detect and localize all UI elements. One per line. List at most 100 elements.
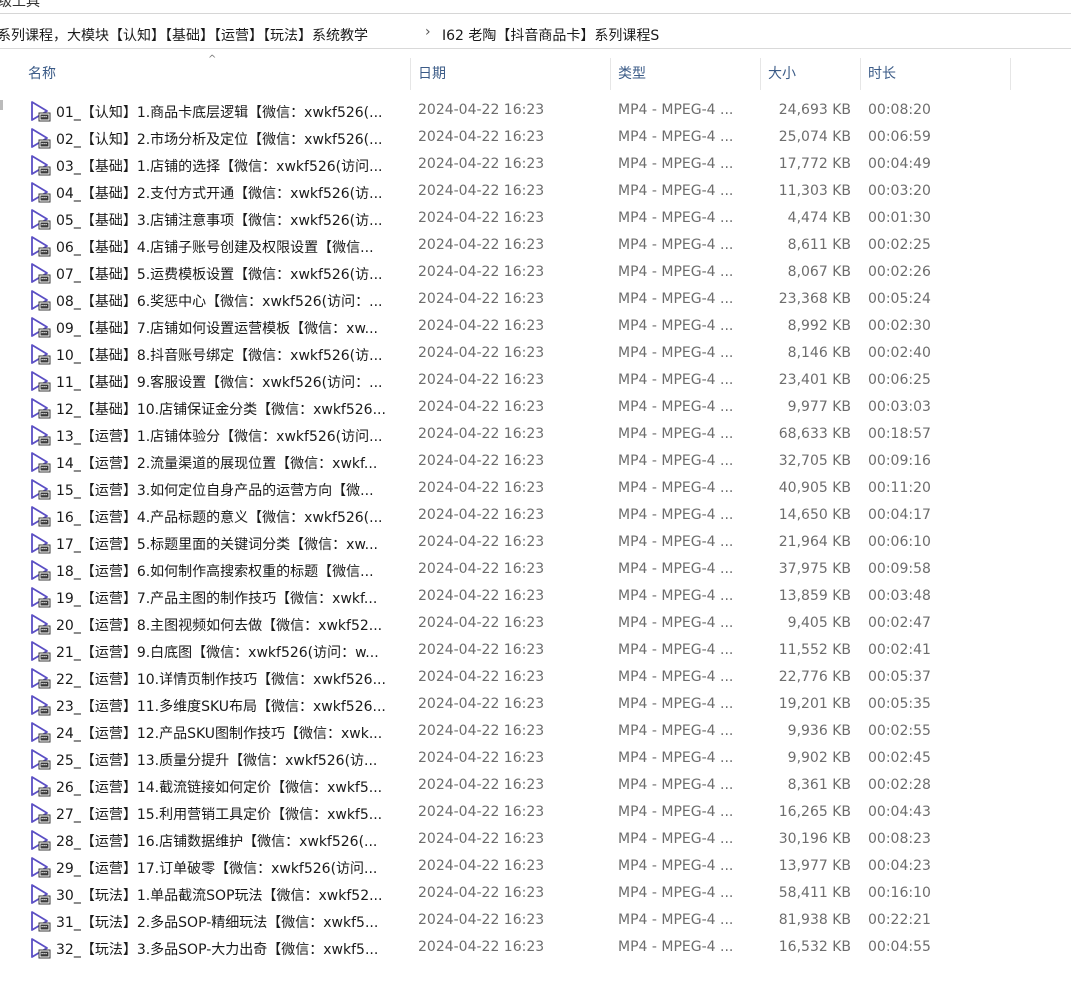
file-date: 2024-04-22 16:23 [418, 129, 545, 145]
file-row[interactable]: 02_【认知】2.市场分析及定位【微信：xwkf526(... 2024-04-2… [0, 125, 1071, 152]
file-row[interactable]: 16_【运营】4.产品标题的意义【微信：xwkf526(... 2024-04-2… [0, 503, 1071, 530]
video-file-icon [29, 694, 51, 716]
file-type: MP4 - MPEG-4 ... [618, 750, 734, 766]
file-type: MP4 - MPEG-4 ... [618, 534, 734, 550]
file-duration: 00:02:25 [868, 237, 931, 253]
video-file-icon [29, 532, 51, 554]
file-duration: 00:01:30 [868, 210, 931, 226]
file-size: 23,368 KB [778, 291, 851, 307]
file-date: 2024-04-22 16:23 [418, 345, 545, 361]
file-type: MP4 - MPEG-4 ... [618, 453, 734, 469]
file-name: 06_【基础】4.店铺子账号创建及权限设置【微信... [56, 240, 374, 256]
file-row[interactable]: 32_【玩法】3.多品SOP-大力出奇【微信：xwkf5... 2024-04-2… [0, 935, 1071, 962]
file-row[interactable]: 21_【运营】9.白底图【微信：xwkf526(访问：w... 2024-04-2… [0, 638, 1071, 665]
file-row[interactable]: 09_【基础】7.店铺如何设置运营模板【微信：xw... 2024-04-22 1… [0, 314, 1071, 341]
file-name: 26_【运营】14.截流链接如何定价【微信：xwkf5... [56, 780, 383, 796]
file-duration: 00:06:59 [868, 129, 931, 145]
breadcrumb-parent[interactable]: 系列课程，大模块【认知】【基础】【运营】【玩法】系统教学 [0, 25, 368, 45]
file-type: MP4 - MPEG-4 ... [618, 939, 734, 955]
window-top-strip: 级工具 [0, 0, 1071, 14]
file-size: 13,977 KB [778, 858, 851, 874]
file-type: MP4 - MPEG-4 ... [618, 183, 734, 199]
file-date: 2024-04-22 16:23 [418, 642, 545, 658]
file-type: MP4 - MPEG-4 ... [618, 723, 734, 739]
file-size: 4,474 KB [787, 210, 851, 226]
file-row[interactable]: 07_【基础】5.运费模板设置【微信：xwkf526(访... 2024-04-2… [0, 260, 1071, 287]
file-size: 13,859 KB [778, 588, 851, 604]
column-divider[interactable] [1010, 58, 1011, 90]
breadcrumb-current[interactable]: I62 老陶【抖音商品卡】系列课程S [442, 25, 659, 45]
file-row[interactable]: 05_【基础】3.店铺注意事项【微信：xwkf526(访... 2024-04-2… [0, 206, 1071, 233]
file-row[interactable]: 30_【玩法】1.单品截流SOP玩法【微信：xwkf52... 2024-04-2… [0, 881, 1071, 908]
video-file-icon [29, 181, 51, 203]
file-type: MP4 - MPEG-4 ... [618, 858, 734, 874]
file-type: MP4 - MPEG-4 ... [618, 102, 734, 118]
file-row[interactable]: 12_【基础】10.店铺保证金分类【微信：xwkf526... 2024-04-2… [0, 395, 1071, 422]
file-size: 16,532 KB [778, 939, 851, 955]
column-header-size[interactable]: 大小 [760, 60, 860, 90]
video-file-icon [29, 289, 51, 311]
file-date: 2024-04-22 16:23 [418, 885, 545, 901]
file-row[interactable]: 03_【基础】1.店铺的选择【微信：xwkf526(访问... 2024-04-2… [0, 152, 1071, 179]
file-row[interactable]: 04_【基础】2.支付方式开通【微信：xwkf526(访... 2024-04-2… [0, 179, 1071, 206]
file-size: 58,411 KB [778, 885, 851, 901]
file-row[interactable]: 01_【认知】1.商品卡底层逻辑【微信：xwkf526(... 2024-04-2… [0, 98, 1071, 125]
file-row[interactable]: 10_【基础】8.抖音账号绑定【微信：xwkf526(访... 2024-04-2… [0, 341, 1071, 368]
chevron-right-icon[interactable]: › [425, 24, 431, 40]
file-row[interactable]: 17_【运营】5.标题里面的关键词分类【微信：xw... 2024-04-22 1… [0, 530, 1071, 557]
file-type: MP4 - MPEG-4 ... [618, 480, 734, 496]
file-row[interactable]: 25_【运营】13.质量分提升【微信：xwkf526(访... 2024-04-2… [0, 746, 1071, 773]
file-row[interactable]: 31_【玩法】2.多品SOP-精细玩法【微信：xwkf5... 2024-04-2… [0, 908, 1071, 935]
file-size: 16,265 KB [778, 804, 851, 820]
file-row[interactable]: 14_【运营】2.流量渠道的展现位置【微信：xwkf... 2024-04-22 … [0, 449, 1071, 476]
file-row[interactable]: 19_【运营】7.产品主图的制作技巧【微信：xwkf... 2024-04-22 … [0, 584, 1071, 611]
file-row[interactable]: 18_【运营】6.如何制作高搜索权重的标题【微信... 2024-04-22 16… [0, 557, 1071, 584]
file-row[interactable]: 08_【基础】6.奖惩中心【微信：xwkf526(访问：... 2024-04-2… [0, 287, 1071, 314]
file-name: 11_【基础】9.客服设置【微信：xwkf526(访问：... [56, 375, 383, 391]
column-header-date[interactable]: 日期 [410, 60, 610, 90]
file-name: 28_【运营】16.店铺数据维护【微信：xwkf526(... [56, 834, 378, 850]
file-duration: 00:03:03 [868, 399, 931, 415]
file-date: 2024-04-22 16:23 [418, 750, 545, 766]
file-date: 2024-04-22 16:23 [418, 723, 545, 739]
file-row[interactable]: 26_【运营】14.截流链接如何定价【微信：xwkf5... 2024-04-22… [0, 773, 1071, 800]
video-file-icon [29, 802, 51, 824]
file-row[interactable]: 23_【运营】11.多维度SKU布局【微信：xwkf526... 2024-04-… [0, 692, 1071, 719]
file-row[interactable]: 20_【运营】8.主图视频如何去做【微信：xwkf52... 2024-04-22… [0, 611, 1071, 638]
video-file-icon [29, 505, 51, 527]
file-name: 20_【运营】8.主图视频如何去做【微信：xwkf52... [56, 618, 383, 634]
video-file-icon [29, 478, 51, 500]
video-file-icon [29, 235, 51, 257]
file-name: 31_【玩法】2.多品SOP-精细玩法【微信：xwkf5... [56, 915, 379, 931]
file-size: 19,201 KB [778, 696, 851, 712]
file-row[interactable]: 06_【基础】4.店铺子账号创建及权限设置【微信... 2024-04-22 16… [0, 233, 1071, 260]
file-row[interactable]: 15_【运营】3.如何定位自身产品的运营方向【微... 2024-04-22 16… [0, 476, 1071, 503]
address-bar[interactable]: 系列课程，大模块【认知】【基础】【运营】【玩法】系统教学 › I62 老陶【抖音… [0, 20, 1071, 49]
file-row[interactable]: 29_【运营】17.订单破零【微信：xwkf526(访问... 2024-04-2… [0, 854, 1071, 881]
file-duration: 00:08:20 [868, 102, 931, 118]
file-size: 9,977 KB [787, 399, 851, 415]
file-duration: 00:04:23 [868, 858, 931, 874]
file-row[interactable]: 24_【运营】12.产品SKU图制作技巧【微信：xwk... 2024-04-22… [0, 719, 1071, 746]
file-name: 02_【认知】2.市场分析及定位【微信：xwkf526(... [56, 132, 383, 148]
file-name: 10_【基础】8.抖音账号绑定【微信：xwkf526(访... [56, 348, 383, 364]
file-row[interactable]: 22_【运营】10.详情页制作技巧【微信：xwkf526... 2024-04-2… [0, 665, 1071, 692]
file-name: 03_【基础】1.店铺的选择【微信：xwkf526(访问... [56, 159, 383, 175]
file-row[interactable]: 27_【运营】15.利用营销工具定价【微信：xwkf5... 2024-04-22… [0, 800, 1071, 827]
file-date: 2024-04-22 16:23 [418, 183, 545, 199]
file-name: 12_【基础】10.店铺保证金分类【微信：xwkf526... [56, 402, 386, 418]
file-row[interactable]: 28_【运营】16.店铺数据维护【微信：xwkf526(... 2024-04-2… [0, 827, 1071, 854]
video-file-icon [29, 154, 51, 176]
file-date: 2024-04-22 16:23 [418, 588, 545, 604]
file-size: 25,074 KB [778, 129, 851, 145]
column-header-type[interactable]: 类型 [610, 60, 760, 90]
file-row[interactable]: 13_【运营】1.店铺体验分【微信：xwkf526(访问... 2024-04-2… [0, 422, 1071, 449]
file-duration: 00:04:43 [868, 804, 931, 820]
file-date: 2024-04-22 16:23 [418, 669, 545, 685]
file-row[interactable]: 11_【基础】9.客服设置【微信：xwkf526(访问：... 2024-04-2… [0, 368, 1071, 395]
video-file-icon [29, 613, 51, 635]
column-header-duration[interactable]: 时长 [860, 60, 1010, 90]
file-duration: 00:18:57 [868, 426, 931, 442]
file-date: 2024-04-22 16:23 [418, 399, 545, 415]
column-header-name[interactable]: 名称 [20, 60, 410, 90]
